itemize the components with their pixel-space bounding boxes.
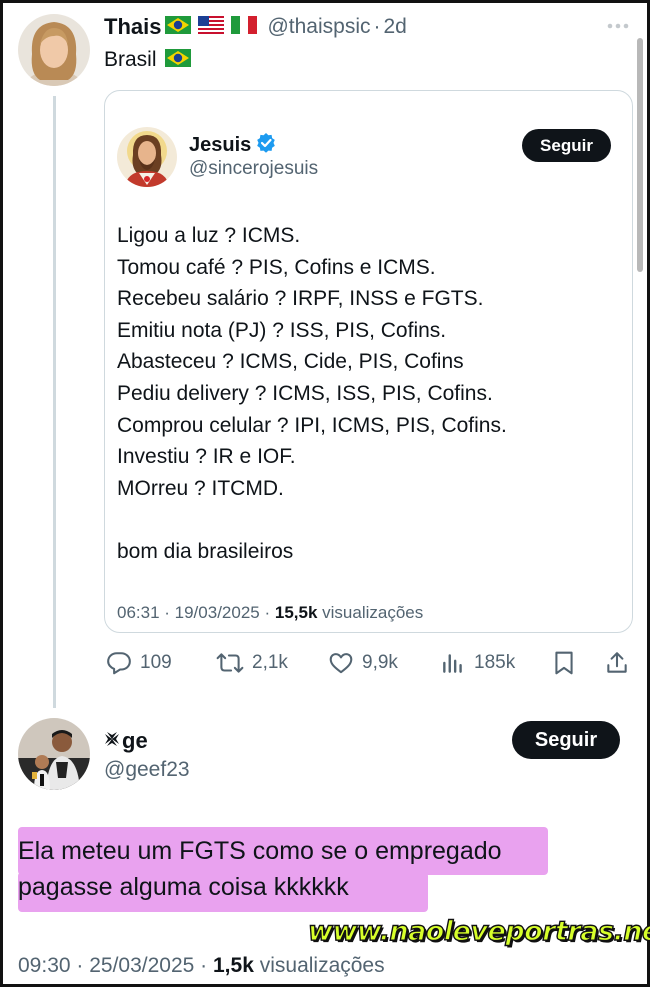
italy-flag-icon <box>231 15 258 39</box>
quoted-tweet-card[interactable]: Jesuis @sincerojesuis Seguir Ligou a luz… <box>104 90 633 633</box>
share-button[interactable] <box>604 645 630 681</box>
reply-avatar[interactable] <box>18 718 90 790</box>
bookmark-icon <box>552 650 576 676</box>
views-button[interactable]: 185k <box>440 645 515 681</box>
reply-author-name[interactable]: ge <box>122 728 148 754</box>
quoted-tweet-line: Ligou a luz ? ICMS. <box>117 224 301 247</box>
reply-tweet-text: Ela meteu um FGTS como se o empregado pa… <box>18 833 502 905</box>
reply-button[interactable]: 109 <box>106 645 172 681</box>
main-tweet-text: Brasil <box>104 46 191 74</box>
reply-views-count: 1,5k <box>213 954 254 977</box>
quoted-tweet-line: MOrreu ? ITCMD. <box>117 476 284 500</box>
quoted-tweet-line: Pediu delivery ? ICMS, ISS, PIS, Cofins. <box>117 381 493 405</box>
quoted-tweet-line: Investiu ? IR e IOF. <box>117 445 296 469</box>
separator: · <box>373 15 381 38</box>
reply-text-line: pagasse alguma coisa kkkkkk <box>18 873 349 901</box>
tweet-actions-bar: 109 2,1k 9,9k 185k <box>0 645 650 681</box>
verified-badge-icon <box>256 132 276 158</box>
reply-follow-button[interactable]: Seguir <box>512 721 620 759</box>
thread-line <box>53 96 56 708</box>
repost-count: 2,1k <box>252 652 288 673</box>
repost-button[interactable]: 2,1k <box>216 645 288 681</box>
usa-flag-icon <box>198 15 225 39</box>
quoted-tweet-line: Abasteceu ? ICMS, Cide, PIS, Cofins <box>117 350 464 374</box>
follow-button[interactable]: Seguir <box>522 129 611 162</box>
more-horizontal-icon[interactable] <box>606 18 630 39</box>
quoted-tweet-line: Recebeu salário ? IRPF, INSS e FGTS. <box>117 287 484 311</box>
like-count: 9,9k <box>362 652 398 673</box>
quoted-avatar[interactable] <box>117 127 177 187</box>
quoted-tweet-body: Ligou a luz ? ICMS. Tomou café ? PIS, Co… <box>117 220 507 568</box>
quoted-tweet-line: Tomou café ? PIS, Cofins e ICMS. <box>117 255 436 279</box>
maltese-cross-icon <box>104 731 120 752</box>
repost-icon <box>216 650 244 676</box>
avatar[interactable] <box>18 14 90 86</box>
quoted-tweet-line: Emitiu nota (PJ) ? ISS, PIS, Cofins. <box>117 318 447 342</box>
reply-author-row: ge <box>104 728 148 754</box>
reply-author-handle[interactable]: @geef23 <box>104 758 190 782</box>
heart-icon <box>328 650 354 676</box>
reply-views-label: visualizações <box>259 954 385 977</box>
quoted-author-handle[interactable]: @sincerojesuis <box>189 158 318 180</box>
quoted-tweet-closing: bom dia brasileiros <box>117 539 294 563</box>
quoted-views-label: visualizações <box>322 603 424 622</box>
analytics-icon <box>440 650 466 676</box>
reply-timestamp[interactable]: 09:30 · 25/03/2025 · <box>18 954 207 977</box>
author-handle[interactable]: @thaispsic <box>267 15 370 39</box>
reply-meta: 09:30 · 25/03/2025 · 1,5k visualizações <box>18 954 385 978</box>
reply-icon <box>106 650 132 676</box>
share-icon <box>604 650 630 676</box>
brazil-flag-icon <box>165 15 192 39</box>
quoted-views-count: 15,5k <box>274 603 318 622</box>
main-tweet-header: Thais @thaispsic · 2d <box>104 12 407 42</box>
tweet-time-ago[interactable]: 2d <box>384 15 407 39</box>
brazil-flag-icon <box>164 48 191 72</box>
quoted-author-name[interactable]: Jesuis <box>189 134 251 157</box>
quoted-tweet-timestamp[interactable]: 06:31 · 19/03/2025 · <box>117 603 270 622</box>
reply-count: 109 <box>140 652 172 673</box>
main-tweet-text-content: Brasil <box>104 48 157 71</box>
quoted-author-row: Jesuis <box>189 132 276 158</box>
scrollbar[interactable] <box>637 38 643 272</box>
watermark: www.naoleveportras.net <box>307 915 650 947</box>
bookmark-button[interactable] <box>552 645 576 681</box>
views-count: 185k <box>474 652 516 673</box>
quoted-tweet-meta: 06:31 · 19/03/2025 · 15,5k visualizações <box>117 603 423 623</box>
like-button[interactable]: 9,9k <box>328 645 398 681</box>
author-name[interactable]: Thais <box>104 14 161 40</box>
quoted-tweet-line: Comprou celular ? IPI, ICMS, PIS, Cofins… <box>117 413 507 437</box>
reply-text-line: Ela meteu um FGTS como se o empregado <box>18 837 502 865</box>
